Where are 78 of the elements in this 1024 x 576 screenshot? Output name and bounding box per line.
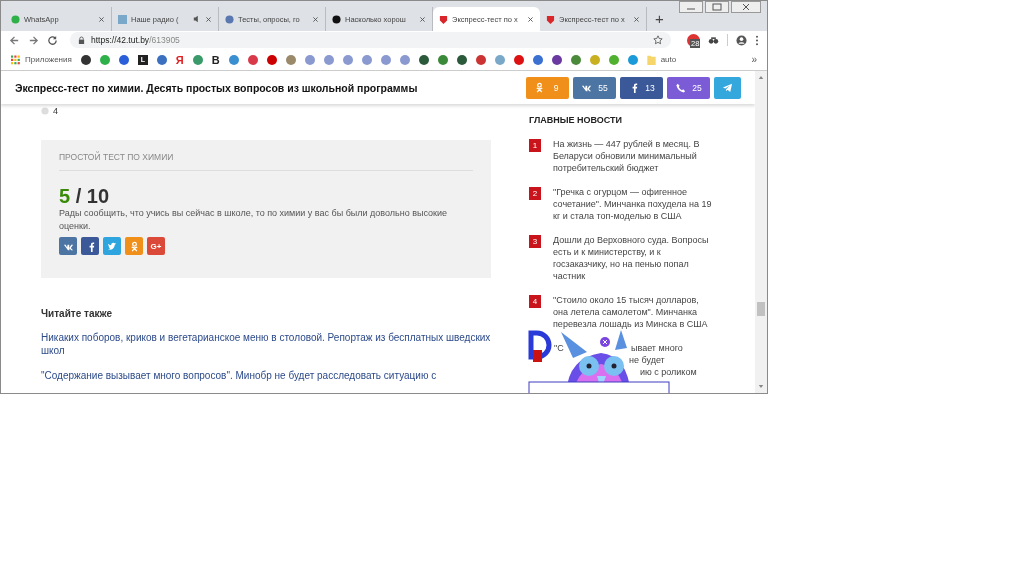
- forward-icon[interactable]: [28, 34, 39, 46]
- ok-logo-icon: [534, 82, 545, 93]
- news-link[interactable]: "Гречка с огурцом — офигенное сочетание". Минчанка похудела на 19 кг и стала топ-моделью в США: [553, 186, 713, 222]
- share-button[interactable]: G+: [147, 237, 165, 255]
- glasses-icon[interactable]: [708, 34, 719, 46]
- rank-badge: 1: [529, 139, 541, 152]
- url-path: /613905: [149, 35, 181, 45]
- more-bookmarks-button[interactable]: »: [751, 54, 757, 65]
- folder-bookmark[interactable]: auto: [646, 54, 677, 65]
- news-link-fragment[interactable]: не будет: [629, 354, 665, 366]
- score-value: 5: [59, 185, 71, 207]
- article-link[interactable]: "Содержание вызывает много вопросов". Минобр не будет расследовать ситуацию с: [41, 369, 491, 382]
- scroll-down-icon[interactable]: [758, 384, 764, 389]
- url-host: https://42.tut.by: [91, 35, 150, 45]
- share-button[interactable]: [81, 237, 99, 255]
- site-icon: [118, 14, 127, 24]
- section-title: Читайте также: [41, 308, 113, 319]
- scroll-up-icon[interactable]: [758, 75, 764, 80]
- close-icon[interactable]: [600, 337, 610, 347]
- site-icon: [11, 14, 20, 24]
- result-text: Рады сообщить, что учись вы сейчас в школе, то по химии у вас бы были довольно высокие оценки.: [59, 207, 449, 233]
- star-icon[interactable]: [653, 35, 663, 45]
- site-icon: [332, 14, 341, 24]
- bookmark-icon[interactable]: B: [211, 54, 220, 65]
- ok-logo-icon: [128, 240, 140, 252]
- apps-grid-icon: [11, 54, 20, 65]
- card-caption: ПРОСТОЙ ТЕСТ ПО ХИМИИ: [59, 152, 473, 171]
- share-button[interactable]: 25: [667, 76, 710, 99]
- share-button[interactable]: 55: [573, 76, 616, 99]
- rank-badge: 4: [529, 295, 541, 308]
- score-total: / 10: [75, 185, 110, 207]
- news-link[interactable]: "Стоило около 15 тысяч долларов, она летела самолетом". Минчанка перевезла лошадь из Минска в США: [553, 294, 713, 330]
- close-icon[interactable]: [205, 15, 212, 23]
- close-icon[interactable]: [731, 1, 761, 13]
- close-icon[interactable]: [633, 15, 640, 23]
- news-link[interactable]: На жизнь — 447 рублей в месяц. В Беларуси обновили минимальный потребительский бюджет: [553, 138, 713, 174]
- rank-badge: 3: [529, 235, 541, 248]
- share-button[interactable]: 13: [620, 76, 663, 99]
- phone-icon: [675, 82, 686, 93]
- rank-badge: 2: [529, 187, 541, 200]
- back-icon[interactable]: [9, 34, 20, 46]
- minimize-icon[interactable]: [679, 1, 703, 13]
- menu-icon[interactable]: [755, 34, 759, 46]
- article-title: Экспресс-тест по химии. Десять простых вопросов из школьной программы: [15, 81, 419, 94]
- close-icon[interactable]: [527, 15, 534, 23]
- news-link[interactable]: Дошли до Верховного суда. Вопросы есть и к министерству, и к госзаказчику, но на пенью попал частник: [553, 234, 713, 282]
- paper-plane-icon: [722, 82, 733, 93]
- close-icon[interactable]: [312, 15, 319, 23]
- bookmark-icon[interactable]: [418, 54, 429, 65]
- bookmark-icon[interactable]: [551, 54, 562, 65]
- section-title: ГЛАВНЫЕ НОВОСТИ: [529, 115, 624, 125]
- bookmark-icon[interactable]: [266, 54, 277, 65]
- folder-icon: [646, 54, 656, 65]
- radio-button[interactable]: [41, 106, 49, 115]
- reload-icon[interactable]: [47, 34, 58, 46]
- news-link-fragment[interactable]: ию с роликом: [640, 366, 697, 378]
- article-link[interactable]: Никаких поборов, криков и вегетарианское меню в столовой. Репортаж из бесплатных шведских школ: [41, 331, 491, 357]
- apps-bookmark[interactable]: Приложения: [11, 54, 72, 65]
- bookmark-icon[interactable]: [456, 54, 467, 65]
- lock-icon: [78, 35, 85, 45]
- close-icon[interactable]: [419, 15, 426, 23]
- bookmark-icon[interactable]: Я: [175, 54, 184, 65]
- maximize-icon[interactable]: [705, 1, 729, 13]
- option-label: 4: [53, 105, 58, 116]
- news-link-fragment[interactable]: ывает много: [631, 342, 683, 354]
- site-icon: [546, 14, 555, 24]
- share-button[interactable]: [59, 237, 77, 255]
- profile-icon[interactable]: [736, 34, 747, 46]
- bookmark-icon[interactable]: [118, 54, 129, 65]
- close-icon[interactable]: [98, 15, 105, 23]
- bird-icon: [106, 240, 118, 252]
- site-icon: [225, 14, 234, 24]
- scrollbar-thumb[interactable]: [757, 302, 765, 316]
- news-link-fragment[interactable]: "С: [554, 342, 564, 354]
- new-tab-button[interactable]: +: [651, 11, 668, 27]
- site-icon: [439, 14, 448, 24]
- bookmark-icon[interactable]: [80, 54, 91, 65]
- address-bar[interactable]: https://42.tut.by/613905: [70, 32, 671, 48]
